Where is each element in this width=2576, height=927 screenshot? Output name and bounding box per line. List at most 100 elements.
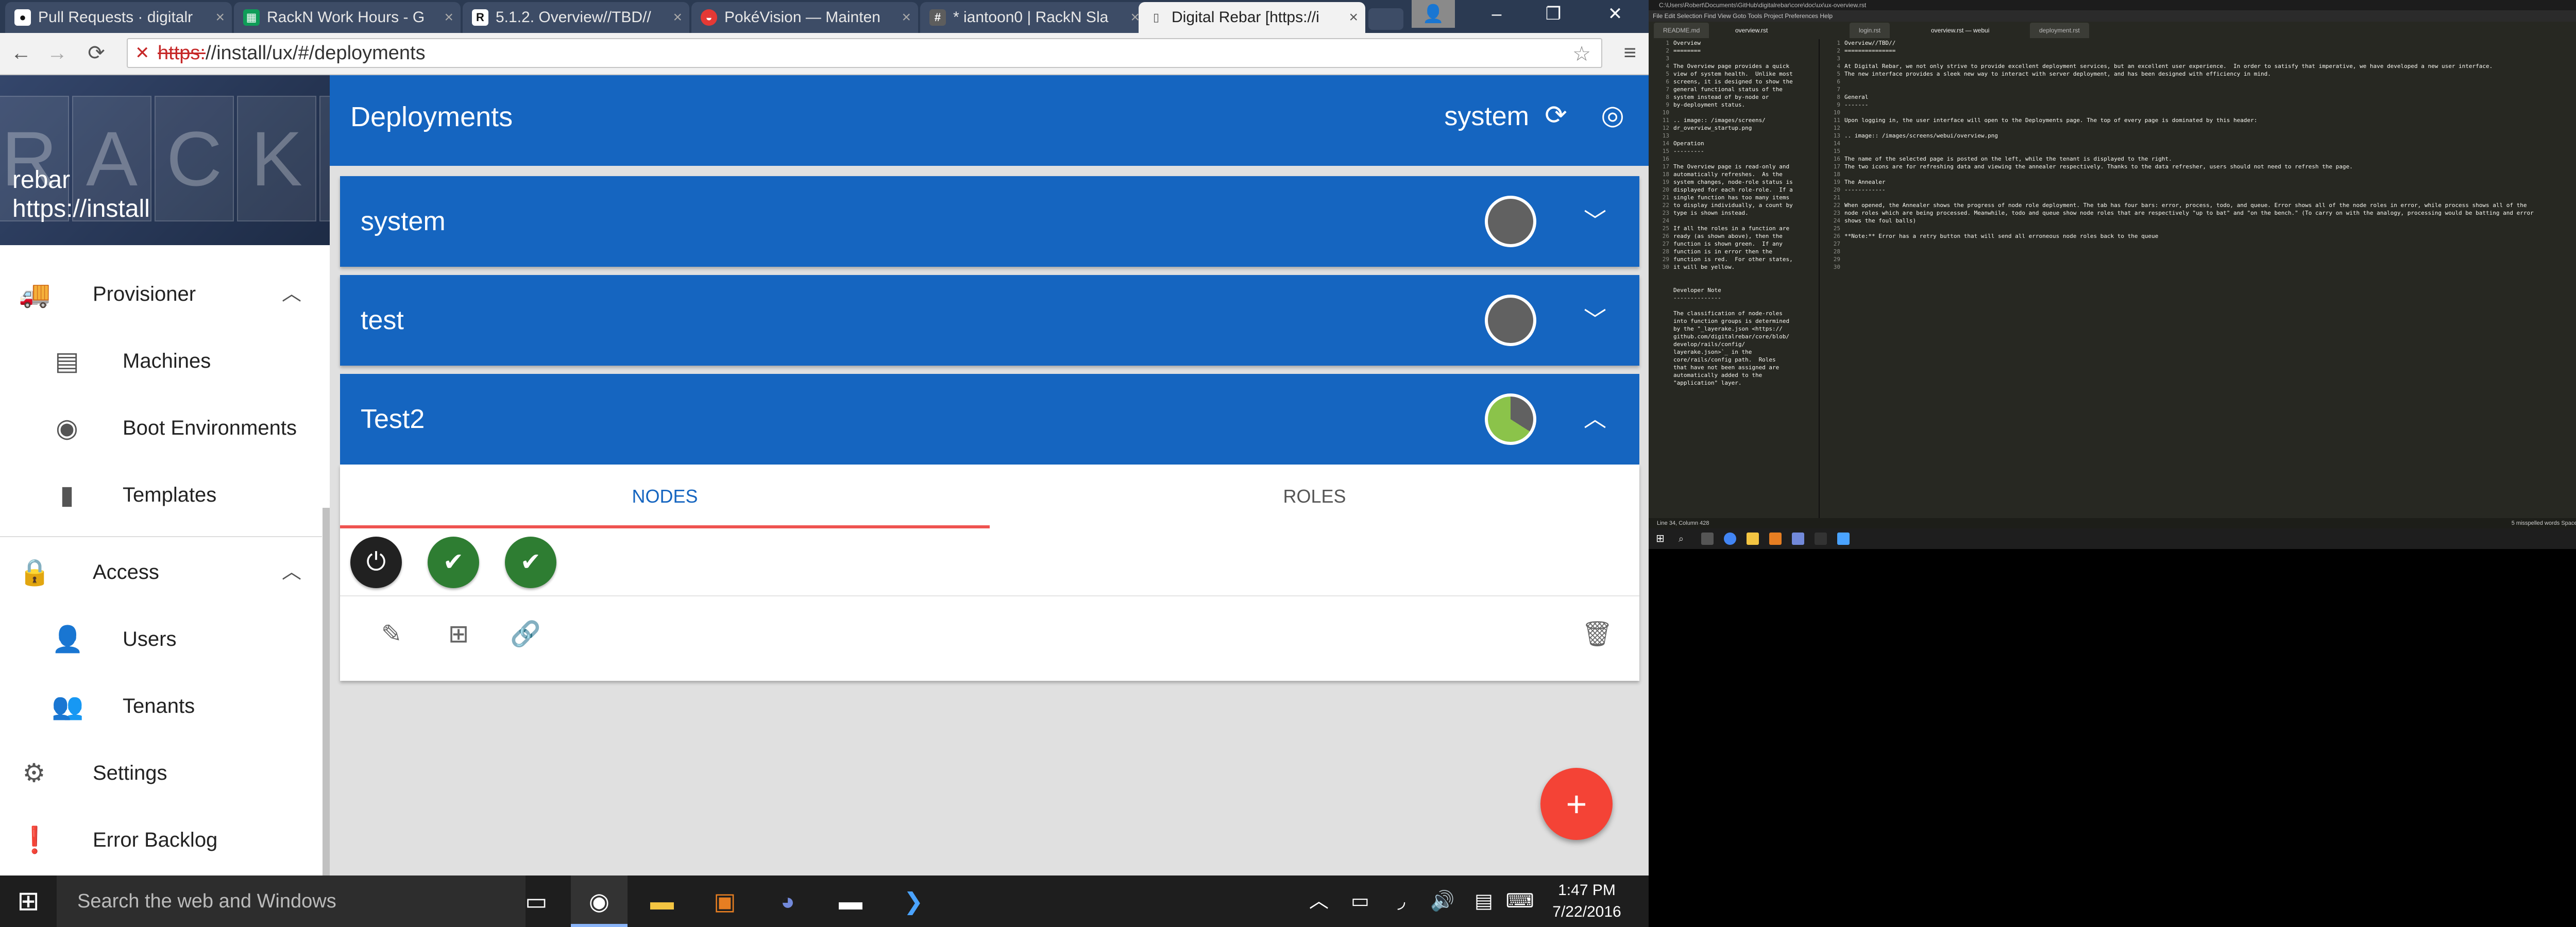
page-icon: ▯ [1153, 11, 1160, 24]
browser-tab-docs[interactable]: R 5.1.2. Overview//TBD// × [463, 2, 689, 33]
discord-icon[interactable] [1792, 533, 1804, 545]
chrome-menu-icon[interactable]: ≡ [1623, 40, 1636, 65]
back-button[interactable]: ← [7, 39, 35, 67]
close-icon[interactable]: × [444, 2, 453, 33]
sidebar-item-settings[interactable]: ⚙ Settings [0, 740, 322, 806]
tab-label: 5.1.2. Overview//TBD// [496, 9, 651, 26]
tab-roles[interactable]: ROLES [990, 465, 1639, 528]
search-icon[interactable]: ⌕ [1679, 533, 1691, 545]
close-icon[interactable]: × [1349, 2, 1358, 33]
close-icon[interactable]: × [215, 2, 225, 33]
file-explorer-icon[interactable]: ▬ [634, 876, 690, 927]
forward-button[interactable]: → [43, 39, 71, 67]
battery-icon[interactable]: ▭ [1345, 876, 1376, 927]
sheets-icon: ▦ [243, 9, 260, 26]
browser-tab-slack[interactable]: # * iantoon0 | RackN Sla × [920, 2, 1147, 33]
notifications-icon[interactable]: ▤ [1468, 876, 1499, 927]
powershell-icon[interactable]: ❯ [885, 876, 942, 927]
editor-tab[interactable]: overview.rst [1726, 23, 1777, 38]
sidebar-section-provisioner[interactable]: 🚚 Provisioner ︿ [0, 261, 322, 328]
sidebar-item-machines[interactable]: ▤ Machines [0, 328, 322, 394]
windows-start-icon[interactable]: ⊞ [0, 876, 57, 927]
browser-tab-github[interactable]: ● Pull Requests · digitalr × [5, 2, 232, 33]
taskbar-search-box[interactable]: Search the web and Windows [57, 876, 526, 927]
chrome-icon[interactable]: ◉ [571, 876, 628, 927]
chevron-down-icon[interactable]: ﹀ [1584, 275, 1606, 366]
app-icon[interactable]: ▣ [697, 876, 753, 927]
url-input[interactable]: ✕ https://install/ux/#/deployments ☆ [127, 38, 1602, 68]
app-icon[interactable] [1769, 533, 1782, 545]
insecure-warning-icon[interactable]: ✕ [135, 43, 155, 63]
chrome-icon[interactable] [1724, 533, 1736, 545]
profile-icon[interactable]: 👤 [1412, 0, 1455, 28]
keyboard-icon[interactable]: ⌨ [1504, 876, 1535, 927]
maximize-button[interactable]: ❐ [1525, 0, 1582, 28]
window-close-button[interactable]: ✕ [1587, 0, 1643, 28]
editor-left-pane[interactable]: 1 2 3 4 5 6 7 8 9 10 11 12 13 14 15 16 1… [1649, 39, 1819, 523]
refresh-icon[interactable]: ⟳ [1540, 100, 1571, 131]
minimize-button[interactable]: – [1468, 0, 1525, 28]
chevron-up-icon[interactable]: ︿ [1584, 374, 1606, 465]
editor-window: C:\Users\Robert\Documents\GitHub\digital… [1649, 0, 2576, 528]
annealer-icon[interactable]: ◎ [1597, 100, 1628, 131]
editor-tab[interactable]: README.md [1654, 23, 1709, 38]
sidebar-section-access[interactable]: 🔒 Access ︿ [0, 539, 322, 606]
powershell-icon[interactable] [1837, 533, 1850, 545]
close-icon[interactable]: × [673, 2, 682, 33]
taskbar-clock[interactable]: 1:47 PM 7/22/2016 [1540, 880, 1633, 923]
edit-icon[interactable]: ✎ [376, 619, 407, 650]
server-icon: ▤ [55, 347, 79, 375]
browser-tab-pokevision[interactable]: ◒ PokéVision — Mainten × [691, 2, 918, 33]
sidebar-item-label: Tenants [123, 695, 195, 717]
volume-icon[interactable]: 🔊 [1427, 876, 1458, 927]
editor-menu-bar[interactable]: File Edit Selection Find View Goto Tools… [1649, 10, 2576, 22]
discord-icon[interactable]: ◕ [759, 876, 816, 927]
sidebar-item-error-backlog[interactable]: ❗ Error Backlog [0, 806, 322, 873]
file-icon: ▮ [60, 480, 74, 509]
bookmark-star-icon[interactable]: ☆ [1572, 42, 1591, 66]
node-ready-button[interactable]: ✔ [428, 537, 479, 588]
windows-start-icon[interactable]: ⊞ [1656, 533, 1668, 545]
wifi-icon[interactable]: ◞ [1386, 876, 1417, 927]
browser-tab-sheets[interactable]: ▦ RackN Work Hours - G × [234, 2, 461, 33]
link-icon[interactable]: 🔗 [510, 619, 541, 650]
tray-overflow-icon[interactable]: ︿ [1303, 876, 1334, 927]
chevron-down-icon[interactable]: ﹀ [1584, 176, 1606, 267]
deployment-card-test2[interactable]: Test2 ︿ [340, 374, 1639, 465]
add-box-icon[interactable]: ⊞ [443, 619, 474, 650]
error-icon: ❗ [19, 826, 51, 854]
sidebar-item-tenants[interactable]: 👥 Tenants [0, 673, 322, 740]
terminal-icon[interactable]: ▬ [822, 876, 879, 927]
reload-button[interactable]: ⟳ [82, 39, 110, 67]
sidebar-item-templates[interactable]: ▮ Templates [0, 461, 322, 528]
address-bar-row: ← → ⟳ ✕ https://install/ux/#/deployments… [0, 33, 1649, 75]
terminal-icon[interactable] [1815, 533, 1827, 545]
add-deployment-fab[interactable]: + [1540, 768, 1613, 840]
editor-right-pane[interactable]: 1 2 3 4 5 6 7 8 9 10 11 12 13 14 15 16 1… [1820, 39, 2576, 523]
close-icon[interactable]: × [902, 2, 911, 33]
tab-nodes[interactable]: NODES [340, 465, 990, 528]
task-view-icon[interactable]: ▭ [508, 876, 565, 927]
sidebar-item-label: Templates [123, 484, 217, 506]
sidebar-item-boot-environments[interactable]: ◉ Boot Environments [0, 394, 322, 461]
editor-tab[interactable]: login.rst [1850, 23, 1890, 38]
deployment-card-test[interactable]: test ﹀ [340, 275, 1639, 366]
delete-icon[interactable]: 🗑 [1582, 619, 1613, 650]
editor-code: Overview//TBD// =============== At Digit… [1844, 40, 2534, 239]
windows-taskbar: ⊞ Search the web and Windows ▭ ◉ ▬ ▣ ◕ ▬… [0, 876, 1649, 927]
deployment-card-system[interactable]: system ﹀ [340, 176, 1639, 267]
node-ready-button[interactable]: ✔ [505, 537, 556, 588]
browser-tab-digital-rebar[interactable]: ▯ Digital Rebar [https://i × [1139, 2, 1365, 33]
sidebar-item-users[interactable]: 👤 Users [0, 606, 322, 673]
node-power-button[interactable]: ⏻ [350, 537, 402, 588]
truck-icon: 🚚 [19, 280, 51, 308]
editor-tab[interactable]: deployment.rst [2030, 23, 2089, 38]
secondary-taskbar: ⊞ ⌕ [1649, 528, 2576, 549]
file-explorer-icon[interactable] [1747, 533, 1759, 545]
editor-tab[interactable]: overview.rst — webui [1922, 23, 1999, 38]
url-scheme: https: [158, 42, 206, 64]
task-view-icon[interactable] [1701, 533, 1714, 545]
sidebar-scrollbar[interactable] [323, 508, 330, 876]
new-tab-button[interactable] [1368, 8, 1403, 30]
docs-icon: R [472, 9, 488, 26]
